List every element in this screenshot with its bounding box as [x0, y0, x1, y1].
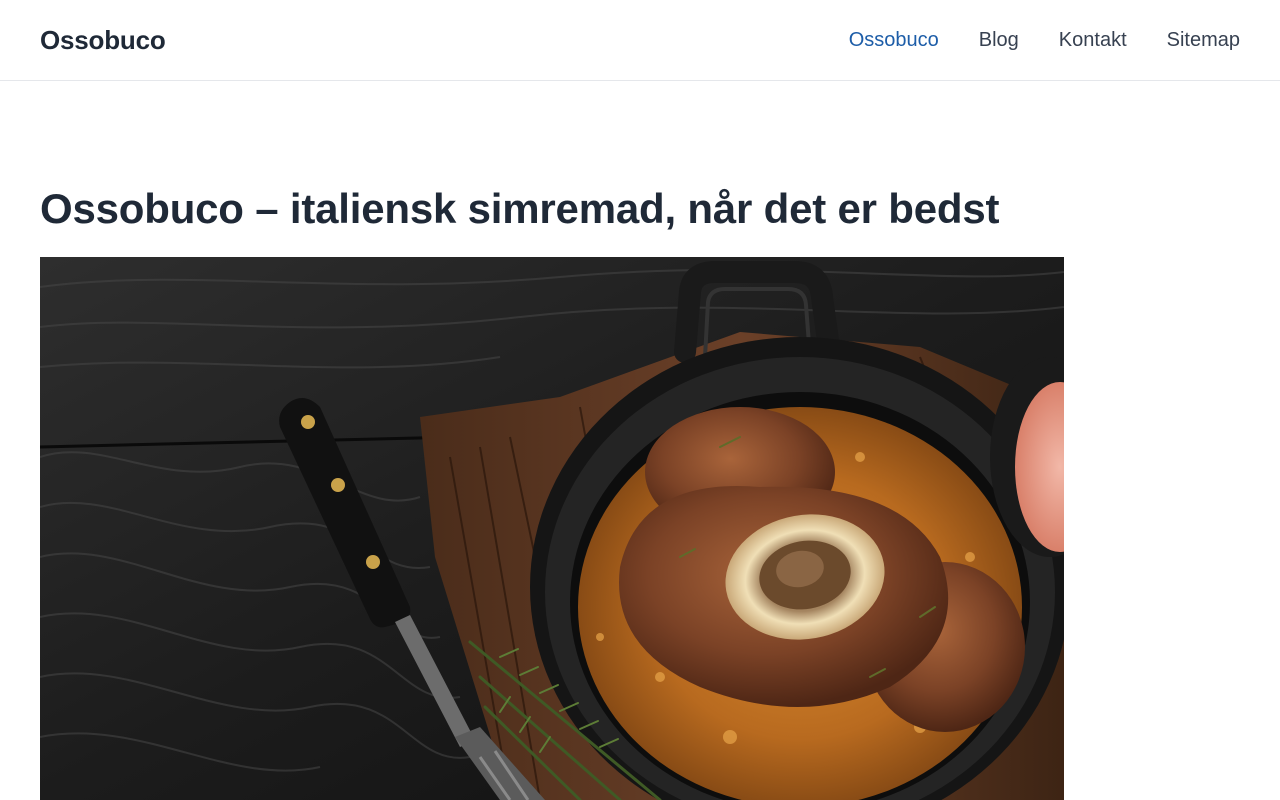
- site-title-link[interactable]: Ossobuco: [40, 22, 166, 58]
- nav-item-kontakt[interactable]: Kontakt: [1059, 26, 1127, 54]
- page-title: Ossobuco – italiensk simremad, når det e…: [40, 185, 1000, 232]
- nav-item-sitemap[interactable]: Sitemap: [1167, 26, 1240, 54]
- nav-item-blog[interactable]: Blog: [979, 26, 1019, 54]
- nav-item-ossobuco[interactable]: Ossobuco: [849, 26, 939, 54]
- ossobuco-photo: [40, 257, 1064, 800]
- main-navigation: Ossobuco Blog Kontakt Sitemap: [809, 0, 1240, 80]
- hero-image: [40, 257, 1064, 800]
- site-header: Ossobuco Ossobuco Blog Kontakt Sitemap: [0, 0, 1280, 81]
